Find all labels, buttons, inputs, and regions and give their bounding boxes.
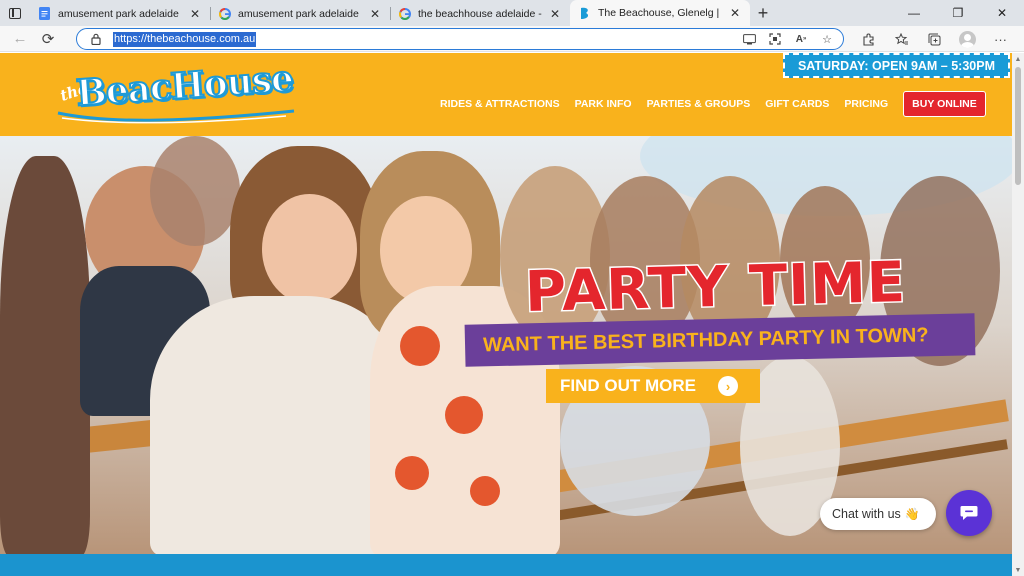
app-available-icon[interactable]	[741, 31, 757, 47]
scroll-up-arrow-icon[interactable]: ▲	[1012, 53, 1024, 65]
address-bar[interactable]: https://thebeachouse.com.au A» ☆	[76, 28, 844, 50]
logo-swoosh	[57, 109, 295, 124]
tab-title: the beachhouse adelaide - Goog	[418, 7, 542, 20]
browser-toolbar: ← ⟳ https://thebeachouse.com.au A» ☆ ···	[0, 26, 1024, 52]
close-tab-icon[interactable]: ✕	[188, 7, 202, 21]
site-logo[interactable]: the BeacHouse	[56, 56, 306, 129]
lock-icon	[89, 32, 103, 46]
scrollbar-thumb[interactable]	[1015, 67, 1021, 185]
party-subtitle: WANT THE BEST BIRTHDAY PARTY IN TOWN?	[482, 323, 929, 356]
find-out-more-button[interactable]: FIND OUT MORE ›	[546, 369, 760, 403]
restore-icon[interactable]: ❐	[936, 0, 980, 26]
extensions-icon[interactable]	[852, 26, 885, 52]
nav-pricing[interactable]: PRICING	[844, 98, 888, 110]
chat-launcher-button[interactable]	[946, 490, 992, 536]
new-tab-button[interactable]: +	[750, 1, 776, 26]
bottom-strip	[0, 554, 1012, 576]
opening-hours-badge: SATURDAY: OPEN 9AM – 5:30PM	[783, 53, 1010, 78]
favorite-star-icon[interactable]: ☆	[819, 31, 835, 47]
beachouse-icon	[578, 7, 591, 20]
scroll-down-arrow-icon[interactable]: ▼	[1012, 564, 1024, 576]
nav-gift-cards[interactable]: GIFT CARDS	[765, 98, 829, 110]
nav-rides-attractions[interactable]: RIDES & ATTRACTIONS	[440, 98, 560, 110]
tab-amusement-park-google[interactable]: amusement park adelaide - Goog ✕	[210, 1, 390, 26]
browser-tab-bar: amusement park adelaide - Goog ✕ amuseme…	[0, 0, 1024, 26]
tab-amusement-park-docs[interactable]: amusement park adelaide - Goog ✕	[30, 1, 210, 26]
page-scrollbar[interactable]: ▲ ▼	[1012, 53, 1024, 576]
chat-icon	[960, 506, 978, 520]
screenshot-icon[interactable]	[767, 31, 783, 47]
window-controls: — ❐ ✕	[892, 0, 1024, 26]
chat-with-us-bubble[interactable]: Chat with us 👋	[820, 498, 936, 530]
refresh-icon[interactable]: ⟳	[34, 26, 62, 52]
google-icon	[398, 7, 411, 20]
favorites-icon[interactable]	[885, 26, 918, 52]
find-out-more-label: FIND OUT MORE	[560, 376, 696, 395]
site-header: the BeacHouse SATURDAY: OPEN 9AM – 5:30P…	[0, 53, 1012, 136]
tab-title: amusement park adelaide - Goog	[58, 7, 182, 20]
buy-online-button[interactable]: BUY ONLINE	[903, 91, 986, 117]
docs-icon	[38, 7, 51, 20]
page-viewport: the BeacHouse SATURDAY: OPEN 9AM – 5:30P…	[0, 53, 1012, 576]
main-nav: RIDES & ATTRACTIONS PARK INFO PARTIES & …	[440, 91, 986, 117]
arrow-right-circle-icon: ›	[718, 376, 738, 396]
minimize-icon[interactable]: —	[892, 0, 936, 26]
close-tab-icon[interactable]: ✕	[728, 6, 742, 20]
tab-beachouse-site[interactable]: The Beachouse, Glenelg | Family ✕	[570, 0, 750, 26]
tab-title: The Beachouse, Glenelg | Family	[598, 7, 722, 19]
read-aloud-icon[interactable]: A»	[793, 31, 809, 47]
chat-label: Chat with us	[832, 507, 901, 521]
toolbar-right: ···	[852, 26, 1017, 52]
back-arrow-icon[interactable]: ←	[6, 26, 34, 52]
logo-wordmark: BeacHouse	[74, 56, 295, 115]
tab-actions-button[interactable]	[0, 0, 30, 26]
close-tab-icon[interactable]: ✕	[548, 7, 562, 21]
google-icon	[218, 7, 231, 20]
hero-banner: PARTY TIME WANT THE BEST BIRTHDAY PARTY …	[0, 136, 1012, 554]
nav-parties-groups[interactable]: PARTIES & GROUPS	[647, 98, 751, 110]
more-menu-icon[interactable]: ···	[984, 26, 1017, 52]
collections-icon[interactable]	[918, 26, 951, 52]
tab-beachhouse-google[interactable]: the beachhouse adelaide - Goog ✕	[390, 1, 570, 26]
url-text[interactable]: https://thebeachouse.com.au	[113, 31, 257, 47]
tab-title: amusement park adelaide - Goog	[238, 7, 362, 20]
nav-park-info[interactable]: PARK INFO	[575, 98, 632, 110]
close-tab-icon[interactable]: ✕	[368, 7, 382, 21]
address-bar-actions: A» ☆	[741, 29, 835, 49]
close-window-icon[interactable]: ✕	[980, 0, 1024, 26]
profile-avatar[interactable]	[959, 30, 976, 48]
party-time-heading: PARTY TIME	[523, 249, 909, 327]
wave-emoji-icon: 👋	[904, 507, 920, 521]
tab-actions-icon	[9, 7, 21, 19]
